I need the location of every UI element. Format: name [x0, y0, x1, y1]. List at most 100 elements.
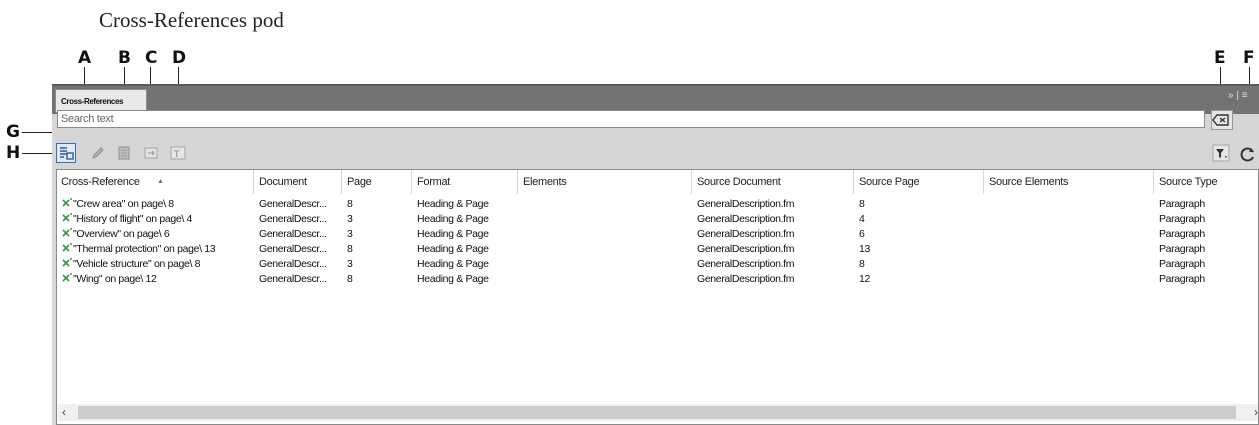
- horizontal-scrollbar[interactable]: ‹ ›: [58, 404, 1258, 421]
- unresolved-xref-icon: [62, 213, 72, 222]
- table-row[interactable]: "Vehicle structure" on page\ 8 GeneralDes…: [57, 257, 1258, 272]
- panel-menu-button[interactable]: » | ≡: [1228, 90, 1248, 101]
- column-divider: [517, 170, 518, 194]
- table-cell: 3: [347, 228, 353, 240]
- table-cell: GeneralDescr...: [259, 213, 327, 225]
- show-all-button[interactable]: [56, 143, 76, 163]
- callout-h: H: [6, 143, 21, 163]
- pencil-icon: [92, 147, 104, 159]
- callout-f: F: [1243, 48, 1255, 68]
- figure-caption: Cross-References pod: [99, 8, 284, 32]
- table-cell: Heading & Page: [417, 213, 489, 225]
- table-cell: GeneralDescr...: [259, 273, 327, 285]
- table-cell: Heading & Page: [417, 228, 489, 240]
- column-header[interactable]: Cross-Reference: [61, 176, 140, 188]
- column-divider: [691, 170, 692, 194]
- callout-a: A: [78, 48, 92, 68]
- table-cell: Heading & Page: [417, 273, 489, 285]
- column-header[interactable]: Document: [259, 176, 307, 188]
- table-cell: 12: [859, 273, 870, 285]
- table-row[interactable]: "Thermal protection" on page\ 13 GeneralD…: [57, 242, 1258, 257]
- panel-menu-glyph: »: [1228, 90, 1234, 101]
- table-cell: "Overview" on page\ 6: [73, 228, 170, 240]
- table-cell: "Crew area" on page\ 8: [73, 198, 174, 210]
- table-cell: 3: [347, 213, 353, 225]
- table-cell: Heading & Page: [417, 198, 489, 210]
- table-cell: GeneralDescr...: [259, 243, 327, 255]
- table-cell: "Thermal protection" on page\ 13: [73, 243, 216, 255]
- table-cell: Paragraph: [1159, 198, 1205, 210]
- unresolved-xref-icon: [62, 198, 72, 207]
- filter-button[interactable]: [1211, 143, 1231, 163]
- callout-b: B: [118, 48, 131, 68]
- scroll-left-icon[interactable]: ‹: [62, 405, 66, 419]
- column-header[interactable]: Elements: [523, 176, 567, 188]
- column-header[interactable]: Format: [417, 176, 450, 188]
- table-row[interactable]: "History of flight" on page\ 4 GeneralDes…: [57, 212, 1258, 227]
- clear-icon: [1212, 114, 1229, 126]
- table-cell: Paragraph: [1159, 213, 1205, 225]
- table-cell: Paragraph: [1159, 243, 1205, 255]
- callout-c: C: [145, 48, 158, 68]
- resolve-button[interactable]: [141, 143, 161, 163]
- table-cell: "Wing" on page\ 12: [73, 273, 157, 285]
- convert-to-text-button[interactable]: T: [168, 143, 188, 163]
- table-cell: "History of flight" on page\ 4: [73, 213, 192, 225]
- table-cell: 6: [859, 228, 865, 240]
- table-row[interactable]: "Overview" on page\ 6 GeneralDescr... 3 Hea…: [57, 227, 1258, 242]
- callout-h-line: [22, 153, 56, 154]
- table-cell: GeneralDescription.fm: [697, 198, 795, 210]
- callout-g: G: [6, 122, 20, 142]
- table-cell: GeneralDescription.fm: [697, 228, 795, 240]
- column-header[interactable]: Source Page: [859, 176, 920, 188]
- table-row[interactable]: "Crew area" on page\ 8 GeneralDescr... 8 He…: [57, 197, 1258, 212]
- table-cell: "Vehicle structure" on page\ 8: [73, 258, 201, 270]
- delete-button[interactable]: [114, 143, 134, 163]
- table-cell: GeneralDescr...: [259, 258, 327, 270]
- table-cell: 3: [347, 258, 353, 270]
- column-divider: [411, 170, 412, 194]
- scrollbar-thumb[interactable]: [78, 406, 1236, 419]
- column-header[interactable]: Page: [347, 176, 372, 188]
- unresolved-xref-icon: [62, 258, 72, 267]
- table-cell: Paragraph: [1159, 228, 1205, 240]
- filter-icon: [1212, 144, 1230, 162]
- edit-button[interactable]: [88, 143, 108, 163]
- list-toggle-icon: [60, 147, 74, 160]
- table-cell: 8: [347, 243, 353, 255]
- unresolved-xref-icon: [62, 273, 72, 282]
- scroll-right-icon[interactable]: ›: [1254, 405, 1258, 419]
- column-divider: [1153, 170, 1154, 194]
- table-cell: GeneralDescription.fm: [697, 243, 795, 255]
- column-divider: [341, 170, 342, 194]
- table-cell: 8: [859, 198, 865, 210]
- convert-text-icon: T: [170, 146, 186, 160]
- column-divider: [853, 170, 854, 194]
- table-cell: Paragraph: [1159, 273, 1205, 285]
- tab-cross-references[interactable]: Cross-References: [55, 89, 147, 112]
- table-cell: GeneralDescr...: [259, 198, 327, 210]
- table-cell: GeneralDescription.fm: [697, 273, 795, 285]
- trash-icon: [118, 146, 130, 160]
- table-cell: 8: [347, 273, 353, 285]
- table-cell: GeneralDescription.fm: [697, 258, 795, 270]
- link-icon: [144, 147, 158, 159]
- table-row[interactable]: "Wing" on page\ 12 GeneralDescr... 8 Headin…: [57, 272, 1258, 287]
- refresh-button[interactable]: [1237, 143, 1257, 163]
- unresolved-xref-icon: [62, 228, 72, 237]
- search-input[interactable]: Search text: [57, 110, 1205, 128]
- cross-reference-table: Cross-Reference ▲ Document Page Format E…: [56, 169, 1259, 425]
- column-divider: [983, 170, 984, 194]
- sort-ascending-icon: ▲: [157, 178, 164, 185]
- table-cell: 8: [347, 198, 353, 210]
- table-cell: 13: [859, 243, 870, 255]
- column-header[interactable]: Source Type: [1159, 176, 1218, 188]
- table-cell: 4: [859, 213, 865, 225]
- column-divider: [253, 170, 254, 194]
- clear-search-button[interactable]: [1211, 110, 1233, 130]
- unresolved-xref-icon: [62, 243, 72, 252]
- column-header[interactable]: Source Document: [697, 176, 781, 188]
- column-header[interactable]: Source Elements: [989, 176, 1069, 188]
- table-cell: 8: [859, 258, 865, 270]
- table-cell: GeneralDescription.fm: [697, 213, 795, 225]
